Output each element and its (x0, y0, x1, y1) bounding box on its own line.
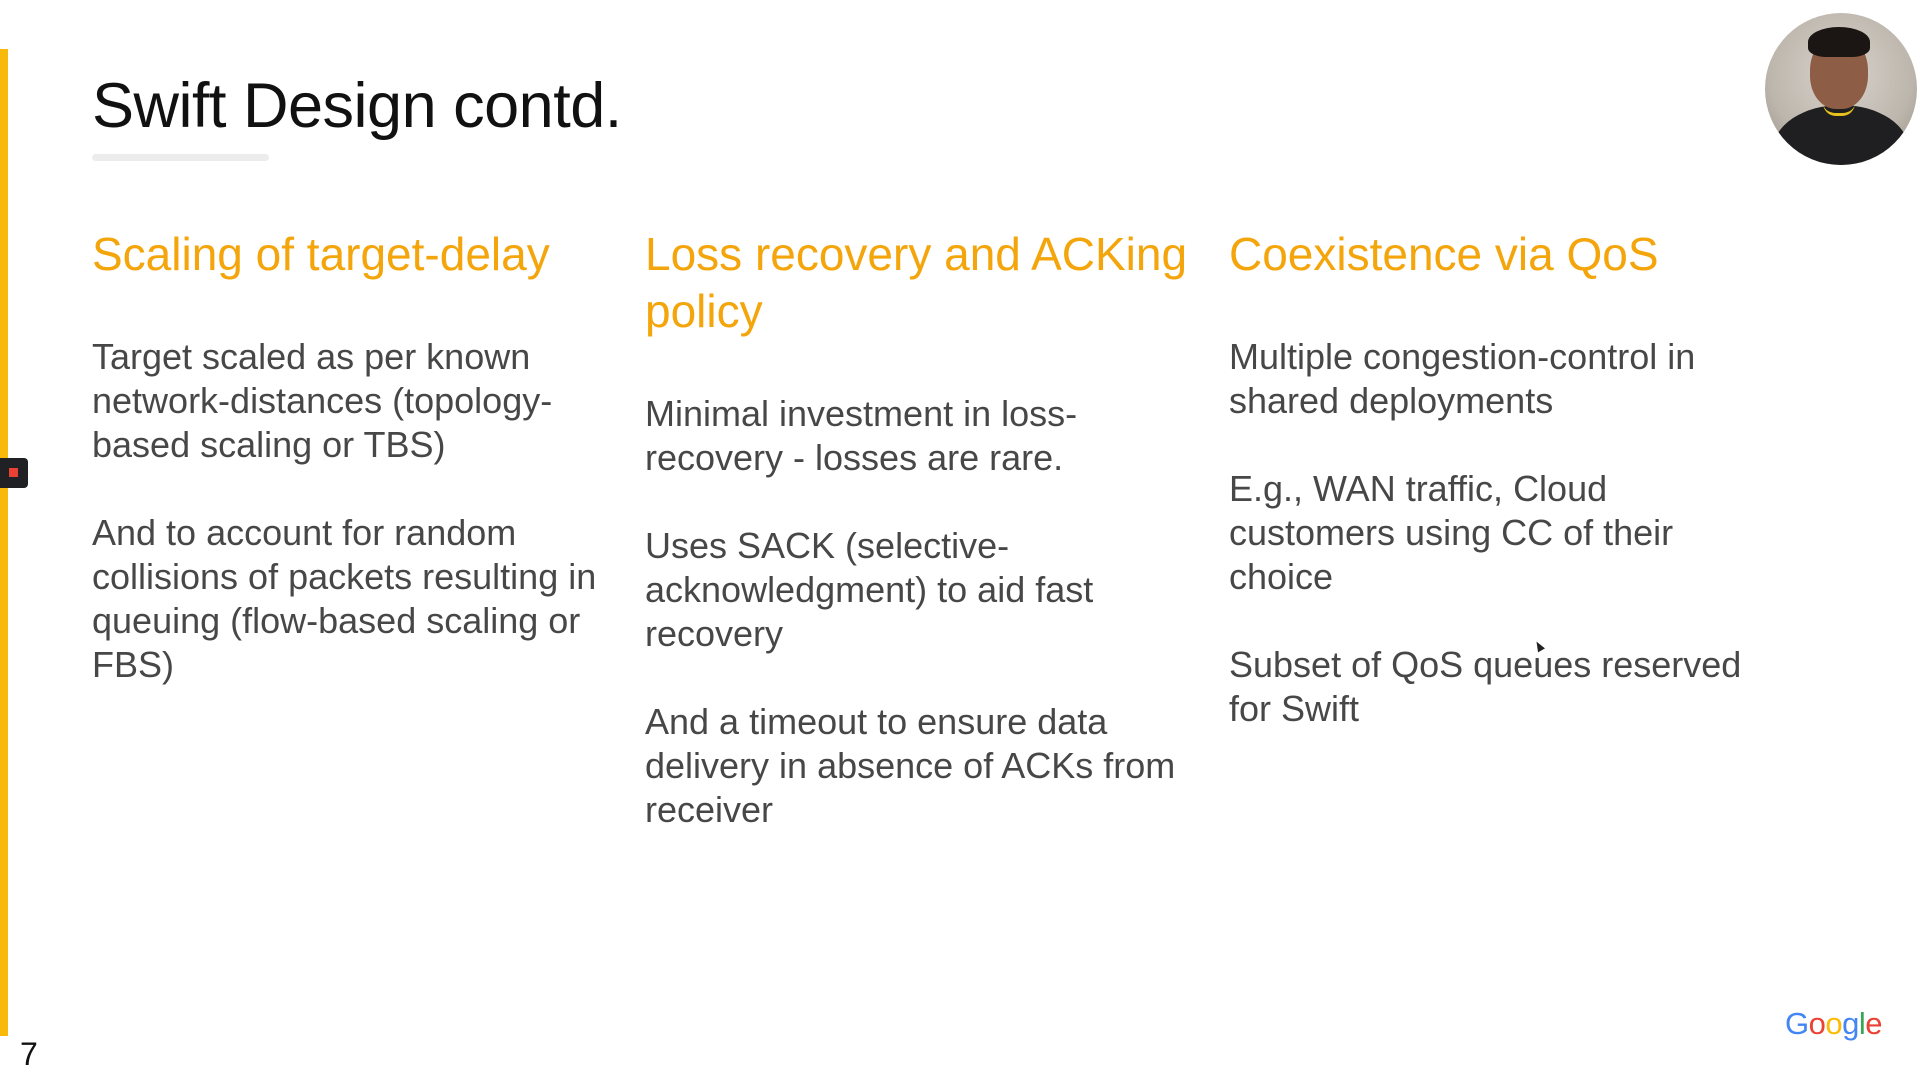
column-scaling: Scaling of target-delay Target scaled as… (92, 226, 612, 687)
paragraph: Target scaled as per known network-dista… (92, 336, 553, 465)
column-loss-recovery: Loss recovery and ACKing policy Minimal … (645, 226, 1200, 832)
presenter-webcam-icon (1765, 13, 1917, 165)
paragraph: Minimal investment in loss-recovery - lo… (645, 393, 1078, 478)
paragraph: E.g., WAN traffic, Cloud customers using… (1229, 468, 1674, 597)
paragraph: And a timeout to ensure data delivery in… (645, 701, 1176, 830)
slide-title: Swift Design contd. (92, 71, 622, 141)
paragraph: Subset of QoS queues reserved for Swift (1229, 644, 1742, 729)
paragraph: Uses SACK (selective-acknowledgment) to … (645, 525, 1094, 654)
accent-bar (0, 49, 8, 1036)
slide-marker-icon[interactable] (0, 458, 28, 488)
column-heading: Scaling of target-delay (92, 228, 550, 280)
paragraph: And to account for random collisions of … (92, 512, 597, 685)
logo-letter: G (1785, 1006, 1809, 1041)
record-dot-icon (9, 468, 18, 477)
column-heading: Coexistence via QoS (1229, 228, 1659, 280)
paragraph: Multiple congestion-control in shared de… (1229, 336, 1696, 421)
logo-letter: e (1865, 1006, 1883, 1041)
google-logo: Google (1785, 1006, 1883, 1042)
logo-letter: o (1808, 1006, 1826, 1041)
page-number: 7 (20, 1036, 38, 1072)
webcam-hair (1808, 27, 1870, 57)
logo-letter: g (1842, 1006, 1859, 1041)
column-coexistence: Coexistence via QoS Multiple congestion-… (1229, 226, 1759, 731)
column-heading: Loss recovery and ACKing policy (645, 228, 1188, 337)
title-underline (92, 154, 269, 161)
logo-letter: o (1825, 1006, 1843, 1041)
